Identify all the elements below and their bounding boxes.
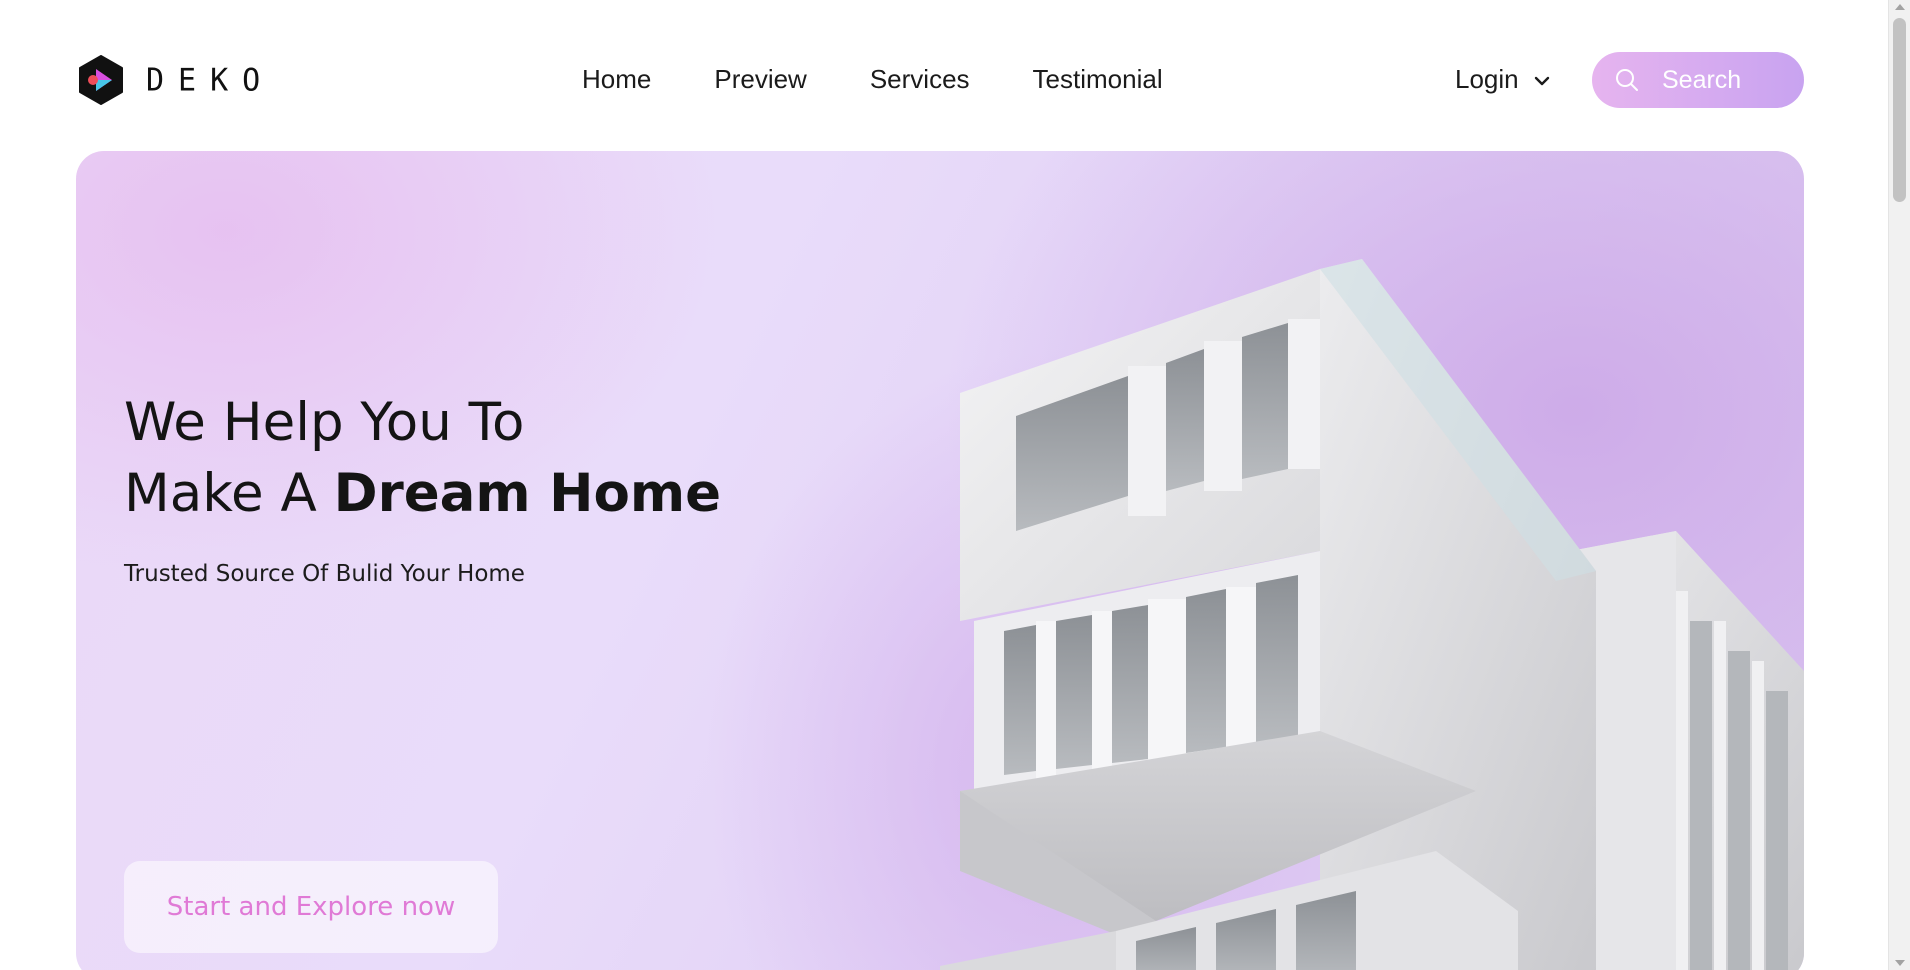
nav-testimonial[interactable]: Testimonial <box>1033 60 1163 98</box>
deko-logo-icon <box>79 55 123 105</box>
hero-title: We Help You To Make A Dream Home <box>124 387 721 529</box>
scroll-thumb[interactable] <box>1893 18 1906 202</box>
nav-services[interactable]: Services <box>870 60 970 98</box>
hero-title-line1: We Help You To <box>124 392 525 453</box>
hero-title-line2-prefix: Make A <box>124 463 334 524</box>
hero-subtitle: Trusted Source Of Bulid Your Home <box>124 561 525 587</box>
login-dropdown[interactable]: Login <box>1455 60 1551 98</box>
brand-name: DEKO <box>146 61 275 99</box>
start-explore-button[interactable]: Start and Explore now <box>124 861 498 953</box>
search-icon <box>1616 69 1638 91</box>
scroll-up-arrow-icon[interactable] <box>1895 4 1905 10</box>
nav-home[interactable]: Home <box>582 60 651 98</box>
scroll-down-arrow-icon[interactable] <box>1895 960 1905 966</box>
hero-title-highlight: Dream Home <box>333 463 722 524</box>
brand-logo[interactable]: DEKO <box>78 55 274 105</box>
hero-section: We Help You To Make A Dream Home Trusted… <box>76 151 1804 970</box>
nav-preview[interactable]: Preview <box>714 60 806 98</box>
vertical-scrollbar[interactable] <box>1888 0 1910 970</box>
search-bar[interactable] <box>1592 52 1804 108</box>
search-input[interactable] <box>1660 64 1794 96</box>
chevron-down-icon <box>1534 76 1549 86</box>
main-nav: Home Preview Services Testimonial <box>582 60 1226 98</box>
landing-page: DEKO Home Preview Services Testimonial L… <box>0 0 1910 970</box>
top-navbar: DEKO Home Preview Services Testimonial L… <box>0 0 1888 150</box>
login-label: Login <box>1455 64 1519 94</box>
